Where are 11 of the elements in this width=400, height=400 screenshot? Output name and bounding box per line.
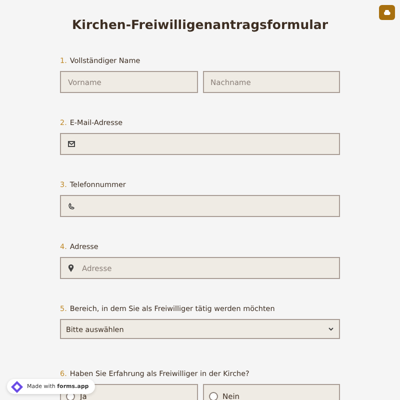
cloud-upload-button[interactable] <box>379 5 395 20</box>
input-field[interactable] <box>60 133 340 155</box>
radio-button[interactable] <box>208 392 218 400</box>
phone-icon <box>68 202 75 210</box>
logo-icon <box>11 380 23 392</box>
input-field[interactable] <box>60 195 340 217</box>
cloud-icon <box>383 10 391 15</box>
envelope-icon <box>68 141 75 147</box>
form-title: Kirchen-Freiwilligenantragsformular <box>71 17 329 32</box>
location-pin-icon <box>68 264 74 272</box>
chevron-down-icon <box>328 327 334 331</box>
